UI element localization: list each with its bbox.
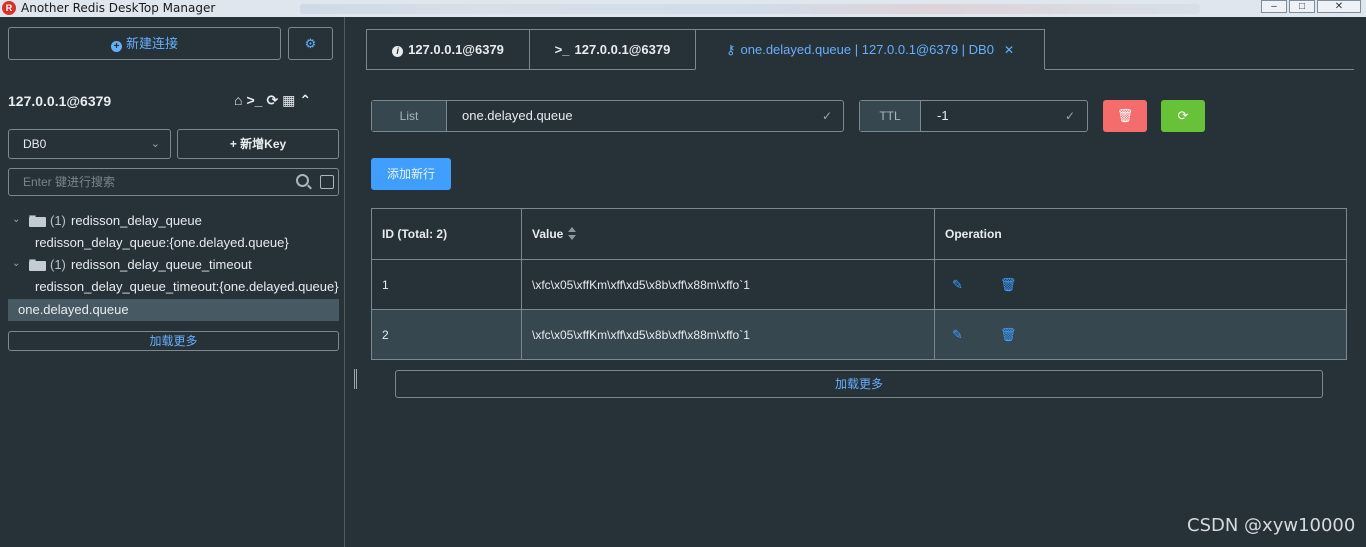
refresh-icon: ⟳ — [1177, 108, 1189, 123]
search-box — [8, 168, 339, 196]
key-type-label: List — [372, 101, 447, 131]
search-icon[interactable] — [296, 174, 309, 187]
column-header-value[interactable]: Value — [521, 208, 935, 260]
table-header-row: ID (Total: 2) Value Operation — [371, 208, 1347, 260]
terminal-icon[interactable]: >_ — [246, 92, 262, 108]
db-select[interactable]: DB0 ⌄ — [8, 129, 171, 159]
table-row: 1 \xfc\x05\xffKm\xff\xd5\x8b\xff\x88m\xf… — [371, 259, 1347, 310]
new-key-label: 新增Key — [240, 137, 287, 151]
db-select-value: DB0 — [23, 137, 47, 151]
ttl-label: TTL — [860, 101, 921, 131]
gear-icon: ⚙ — [304, 36, 317, 51]
tree-key-item[interactable]: redisson_delay_queue_timeout:{one.delaye… — [35, 279, 339, 294]
folder-icon — [29, 215, 46, 227]
minimize-button[interactable]: – — [1261, 0, 1287, 13]
chevron-down-icon[interactable]: ⌄ — [12, 214, 20, 225]
plus-icon: + — [229, 137, 241, 151]
key-name-field: List one.delayed.queue ✓ — [371, 100, 844, 132]
plus-circle-icon: + — [110, 41, 122, 52]
delete-key-button[interactable]: 🗑 — [1103, 100, 1147, 132]
refresh-icon[interactable]: ⟳ — [266, 92, 278, 109]
row-value: \xfc\x05\xffKm\xff\xd5\x8b\xff\x88m\xffo… — [521, 259, 935, 310]
trash-icon[interactable]: 🗑 — [1000, 277, 1017, 293]
new-key-button[interactable]: + 新增Key — [177, 129, 339, 159]
sidebar: + 新建连接 ⚙ 127.0.0.1@6379 ⌂ >_ ⟳ ▦ ⌃ DB0 ⌄ + 新增… — [0, 17, 345, 547]
chevron-down-icon[interactable]: ⌄ — [12, 258, 20, 269]
chevron-down-icon: ⌄ — [150, 138, 160, 150]
row-id: 1 — [371, 259, 522, 310]
tab-connection-cli[interactable]: >_ 127.0.0.1@6379 — [529, 29, 696, 70]
column-header-operation: Operation — [934, 208, 1347, 260]
tree-key-item[interactable]: redisson_delay_queue:{one.delayed.queue} — [35, 235, 339, 250]
app-logo-icon: R — [2, 1, 16, 15]
info-icon: i — [392, 46, 404, 57]
ttl-field: TTL -1 ✓ — [859, 100, 1088, 132]
new-connection-label: 新建连接 — [125, 36, 178, 51]
home-icon[interactable]: ⌂ — [234, 92, 242, 108]
folder-count: (1) — [50, 257, 66, 272]
table-row: 2 \xfc\x05\xffKm\xff\xd5\x8b\xff\x88m\xf… — [371, 309, 1347, 360]
row-value: \xfc\x05\xffKm\xff\xd5\x8b\xff\x88m\xffo… — [521, 309, 935, 360]
edit-icon[interactable]: ✎ — [952, 327, 963, 343]
maximize-button[interactable]: □ — [1289, 0, 1315, 13]
load-more-button[interactable]: 加载更多 — [395, 370, 1323, 398]
settings-button[interactable]: ⚙ — [288, 27, 333, 60]
folder-label: redisson_delay_queue — [71, 213, 202, 228]
refresh-key-button[interactable]: ⟳ — [1161, 100, 1205, 132]
search-input[interactable] — [9, 169, 289, 195]
resize-handle[interactable] — [354, 369, 357, 389]
window-title: Another Redis DeskTop Manager — [21, 1, 216, 15]
tree-folder[interactable]: ⌄ (1) redisson_delay_queue — [0, 212, 345, 234]
edit-icon[interactable]: ✎ — [952, 277, 963, 293]
row-id: 2 — [371, 309, 522, 360]
tab-connection-info[interactable]: i 127.0.0.1@6379 — [366, 29, 530, 70]
tab-label: one.delayed.queue | 127.0.0.1@6379 | DB0 — [740, 42, 994, 57]
tab-key-detail[interactable]: ⚷ one.delayed.queue | 127.0.0.1@6379 | DB… — [695, 29, 1045, 70]
add-row-button[interactable]: 添加新行 — [371, 158, 451, 190]
row-operations: ✎ 🗑 — [934, 309, 1347, 360]
list-table: ID (Total: 2) Value Operation 1 \xfc\x05… — [371, 208, 1347, 360]
chevron-up-icon[interactable]: ⌃ — [299, 92, 311, 109]
tab-label: 127.0.0.1@6379 — [574, 42, 671, 57]
exact-search-checkbox[interactable] — [320, 175, 334, 189]
connection-name[interactable]: 127.0.0.1@6379 — [8, 93, 111, 109]
confirm-check-icon[interactable]: ✓ — [1065, 101, 1075, 131]
title-bar: R Another Redis DeskTop Manager – □ ✕ — [0, 0, 1366, 17]
ttl-input[interactable]: -1 — [937, 101, 949, 131]
confirm-check-icon[interactable]: ✓ — [822, 101, 832, 131]
tree-folder[interactable]: ⌄ (1) redisson_delay_queue_timeout — [0, 256, 345, 278]
sort-icon[interactable] — [567, 227, 577, 241]
grid-icon[interactable]: ▦ — [282, 92, 295, 109]
sidebar-load-more-button[interactable]: 加载更多 — [8, 331, 339, 351]
terminal-icon: >_ — [554, 42, 570, 57]
key-name-input[interactable]: one.delayed.queue — [462, 101, 573, 131]
folder-count: (1) — [50, 213, 66, 228]
background-tabs-strip — [300, 4, 1200, 14]
close-icon[interactable]: ✕ — [1004, 43, 1014, 57]
column-header-id: ID (Total: 2) — [371, 208, 522, 260]
connection-toolbar: ⌂ >_ ⟳ ▦ ⌃ — [234, 92, 315, 109]
key-icon: ⚷ — [725, 42, 736, 57]
trash-icon[interactable]: 🗑 — [1000, 327, 1017, 343]
tree-key-item-selected[interactable]: one.delayed.queue — [8, 299, 339, 321]
tab-label: 127.0.0.1@6379 — [408, 42, 504, 57]
main-panel: i 127.0.0.1@6379 >_ 127.0.0.1@6379 ⚷ one.de… — [346, 17, 1366, 547]
folder-icon — [29, 259, 46, 271]
row-operations: ✎ 🗑 — [934, 259, 1347, 310]
new-connection-button[interactable]: + 新建连接 — [8, 27, 281, 60]
trash-icon: 🗑 — [1116, 108, 1134, 123]
folder-label: redisson_delay_queue_timeout — [71, 257, 252, 272]
watermark: CSDN @xyw10000 — [1187, 515, 1356, 536]
close-window-button[interactable]: ✕ — [1317, 0, 1361, 13]
